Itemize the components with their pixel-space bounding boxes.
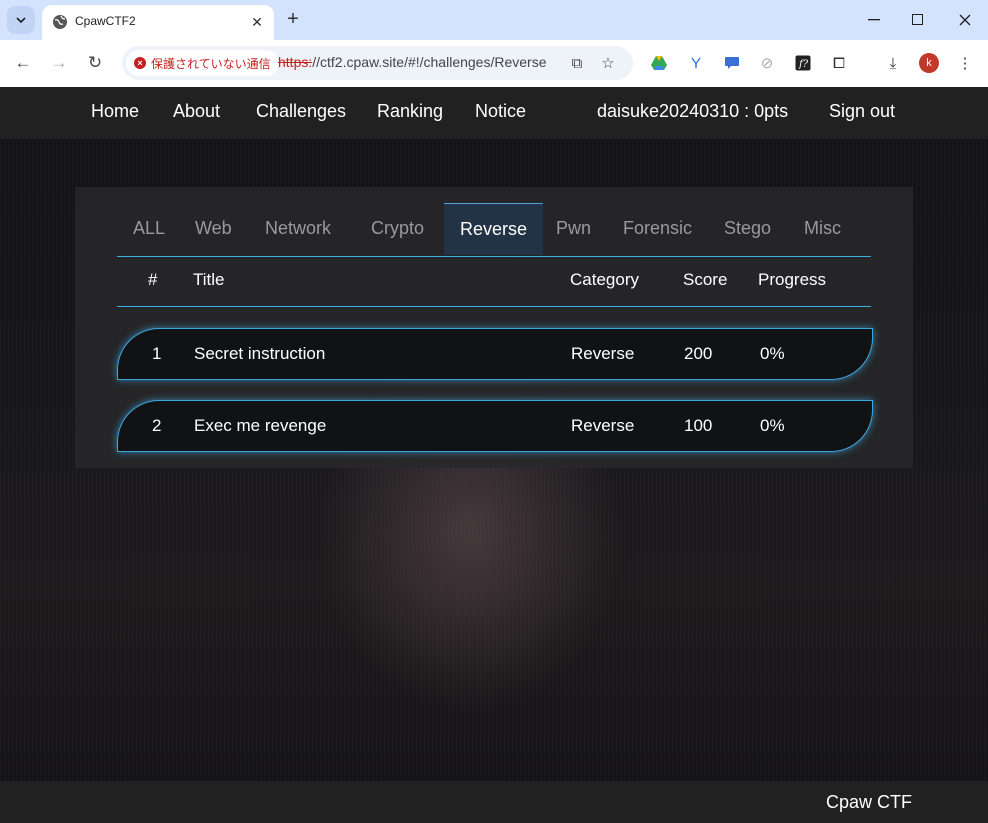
- challenge-category: Reverse: [571, 344, 635, 363]
- address-bar[interactable]: × 保護されていない通信 https://ctf2.cpaw.site/#!/c…: [122, 46, 633, 80]
- close-tab-icon[interactable]: ✕: [248, 13, 266, 31]
- extensions-puzzle-icon[interactable]: ⧠: [829, 53, 849, 73]
- tab-all[interactable]: ALL: [117, 203, 181, 255]
- tab-reverse[interactable]: Reverse: [444, 203, 544, 255]
- security-label: 保護されていない通信: [151, 56, 271, 71]
- forward-button[interactable]: →: [46, 50, 72, 76]
- challenge-row[interactable]: 2 Exec me revenge Reverse 100 0%: [117, 400, 873, 452]
- challenge-number: 2: [152, 416, 162, 435]
- function-extension-icon[interactable]: f?: [793, 53, 813, 73]
- nav-challenges[interactable]: Challenges: [256, 101, 346, 122]
- chat-extension-icon[interactable]: [722, 53, 742, 73]
- column-header-category: Category: [570, 270, 639, 289]
- url-path: //ctf2.cpaw.site/#!/challenges/Reverse: [312, 54, 547, 70]
- nav-home[interactable]: Home: [91, 101, 139, 122]
- tab-network[interactable]: Network: [249, 203, 347, 255]
- warning-icon: ×: [134, 57, 146, 69]
- extension-y-icon[interactable]: Y: [686, 53, 706, 73]
- globe-icon: [53, 15, 67, 29]
- new-tab-button[interactable]: +: [282, 8, 304, 30]
- challenge-score: 200: [684, 344, 713, 363]
- reload-icon: ↻: [87, 53, 103, 72]
- tab-crypto[interactable]: Crypto: [355, 203, 440, 255]
- header-divider-bottom: [117, 306, 871, 307]
- nav-notice[interactable]: Notice: [475, 101, 526, 122]
- tab-web[interactable]: Web: [179, 203, 248, 255]
- compass-extension-icon[interactable]: ⊘: [757, 53, 777, 73]
- close-window-button[interactable]: [951, 6, 979, 34]
- footer-brand: Cpaw CTF: [825, 792, 912, 812]
- nav-sign-out[interactable]: Sign out: [829, 101, 895, 122]
- close-icon: [959, 14, 971, 26]
- tab-search-button[interactable]: [7, 6, 35, 34]
- challenge-score: 100: [684, 416, 713, 435]
- reload-button[interactable]: ↻: [82, 50, 108, 76]
- profile-avatar[interactable]: k: [919, 53, 939, 73]
- site-navbar: Home About Challenges Ranking Notice dai…: [0, 87, 988, 139]
- tab-stego[interactable]: Stego: [708, 203, 787, 255]
- browser-tabstrip: CpawCTF2 ✕ +: [0, 0, 988, 40]
- nav-ranking[interactable]: Ranking: [377, 101, 443, 122]
- drive-extension-icon[interactable]: [649, 53, 669, 73]
- challenge-title: Exec me revenge: [194, 416, 327, 435]
- kebab-menu-icon[interactable]: ⋮: [955, 53, 975, 73]
- arrow-left-icon: ←: [14, 53, 32, 72]
- challenge-progress: 0%: [760, 416, 785, 435]
- url-scheme: https:: [278, 54, 313, 70]
- challenge-progress: 0%: [760, 344, 785, 363]
- column-header-title: Title: [193, 270, 225, 289]
- page-content: ALL Web Network Crypto Reverse Pwn Foren…: [0, 139, 988, 781]
- svg-text:f?: f?: [798, 59, 809, 70]
- tab-pwn[interactable]: Pwn: [540, 203, 607, 255]
- tab-misc[interactable]: Misc: [788, 203, 857, 255]
- chevron-down-icon: [16, 17, 26, 23]
- challenges-panel: ALL Web Network Crypto Reverse Pwn Foren…: [75, 187, 913, 468]
- nav-about[interactable]: About: [173, 101, 220, 122]
- tab-forensic[interactable]: Forensic: [607, 203, 708, 255]
- maximize-icon: [912, 14, 923, 25]
- url-text[interactable]: https://ctf2.cpaw.site/#!/challenges/Rev…: [278, 54, 546, 70]
- minimize-button[interactable]: [860, 6, 888, 34]
- challenge-row[interactable]: 1 Secret instruction Reverse 200 0%: [117, 328, 873, 380]
- column-header-score: Score: [683, 270, 728, 289]
- user-status[interactable]: daisuke20240310 : 0pts: [597, 101, 788, 122]
- challenge-number: 1: [152, 344, 162, 363]
- translate-icon[interactable]: ⧉: [567, 53, 587, 73]
- minimize-icon: [868, 19, 880, 21]
- tab-title: CpawCTF2: [75, 14, 136, 28]
- back-button[interactable]: ←: [10, 50, 36, 76]
- challenge-title: Secret instruction: [194, 344, 326, 363]
- security-chip[interactable]: × 保護されていない通信: [126, 50, 279, 76]
- browser-toolbar: ← → ↻ × 保護されていない通信 https://ctf2.cpaw.sit…: [0, 40, 988, 87]
- browser-tab[interactable]: CpawCTF2 ✕: [42, 5, 274, 40]
- download-icon[interactable]: ⤓: [883, 53, 903, 73]
- challenge-category: Reverse: [571, 416, 635, 435]
- column-header-number: #: [148, 270, 158, 289]
- bookmark-star-icon[interactable]: ☆: [598, 53, 618, 73]
- maximize-button[interactable]: [904, 6, 932, 34]
- arrow-right-icon: →: [50, 53, 68, 72]
- header-divider-top: [117, 256, 871, 257]
- site-footer: Cpaw CTF: [0, 781, 988, 823]
- column-header-progress: Progress: [758, 270, 827, 289]
